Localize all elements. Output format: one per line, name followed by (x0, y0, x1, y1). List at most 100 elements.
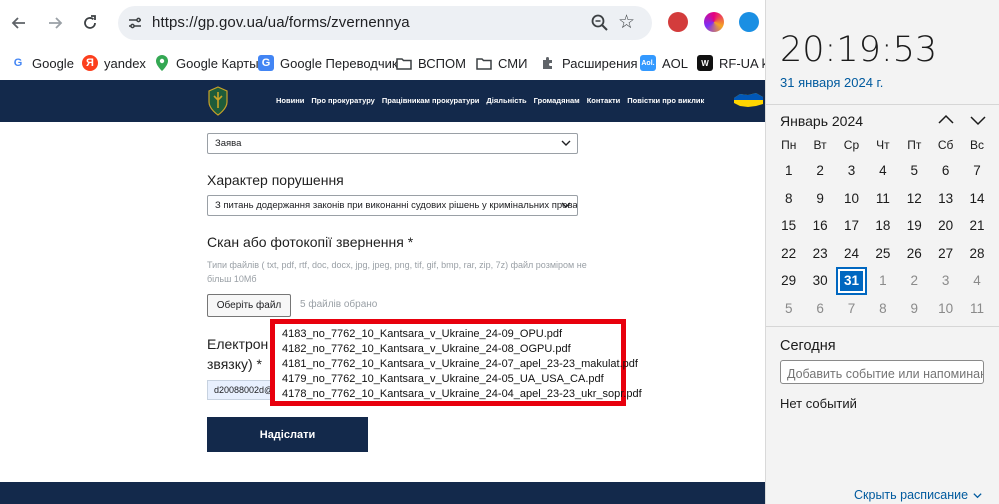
calendar-day[interactable]: 5 (773, 295, 804, 323)
reload-button[interactable] (77, 10, 103, 36)
calendar-day[interactable]: 2 (899, 267, 930, 295)
calendar-day[interactable]: 22 (773, 240, 804, 268)
extension-icon[interactable] (704, 12, 724, 32)
hide-schedule-link[interactable]: Скрыть расписание (854, 488, 983, 502)
calendar-day[interactable]: 11 (961, 295, 992, 323)
calendar-day[interactable]: 2 (804, 157, 835, 185)
zoom-icon[interactable] (590, 13, 610, 33)
bookmark-label: Расширения (562, 55, 638, 71)
shazam-icon[interactable] (739, 12, 759, 32)
calendar-day[interactable]: 7 (961, 157, 992, 185)
calendar-day[interactable]: 11 (867, 185, 898, 213)
file-types-hint: Типи файлів ( txt, pdf, rtf, doc, docx, … (207, 260, 587, 284)
maps-pin-icon (154, 55, 170, 71)
chevron-down-icon (561, 140, 571, 146)
calendar-day[interactable]: 9 (899, 295, 930, 323)
submit-button[interactable]: Надіслати (207, 417, 368, 452)
form-content: Заява Характер порушення З питань додерж… (0, 122, 765, 482)
calendar-day[interactable]: 18 (867, 212, 898, 240)
calendar-day[interactable]: 8 (867, 295, 898, 323)
site-settings-icon[interactable] (126, 14, 144, 32)
list-item: 4178_no_7762_10_Kantsara_v_Ukraine_24-04… (282, 388, 642, 400)
chevron-down-icon (561, 202, 571, 208)
calendar-day[interactable]: 23 (804, 240, 835, 268)
reload-icon (84, 15, 96, 29)
ukraine-map-icon[interactable] (732, 88, 765, 114)
bookmark-folder-smi[interactable]: СМИ (476, 51, 527, 75)
calendar-day[interactable]: 9 (804, 185, 835, 213)
nav-activity[interactable]: Діяльність (486, 96, 526, 105)
calendar-day[interactable]: 20 (930, 212, 961, 240)
calendar-day[interactable]: 19 (899, 212, 930, 240)
bookmark-yandex[interactable]: Я yandex (82, 51, 146, 75)
calendar-day[interactable]: 6 (930, 157, 961, 185)
calendar-day[interactable]: 3 (930, 267, 961, 295)
calendar-day[interactable]: 17 (836, 212, 867, 240)
nav-citizens[interactable]: Громадянам (534, 96, 580, 105)
google-icon: G (13, 57, 23, 69)
clock-time: 20:19:53 (780, 30, 938, 70)
nav-contacts[interactable]: Контакти (587, 96, 621, 105)
bookmark-folder-vspom[interactable]: ВСПОМ (396, 51, 466, 75)
calendar-day[interactable]: 30 (804, 267, 835, 295)
no-events-text: Нет событий (780, 396, 857, 411)
weekday-label: Сб (937, 138, 954, 152)
calendar-day[interactable]: 14 (961, 185, 992, 213)
chevron-up-icon[interactable] (936, 110, 956, 130)
calendar-day[interactable]: 29 (773, 267, 804, 295)
calendar-day[interactable]: 15 (773, 212, 804, 240)
chevron-down-icon[interactable] (968, 110, 988, 130)
clock-date[interactable]: 31 января 2024 г. (780, 75, 883, 90)
nav-summons[interactable]: Повістки про виклик (627, 96, 704, 105)
calendar-day[interactable]: 7 (836, 295, 867, 323)
back-button[interactable] (6, 10, 32, 36)
calendar-day[interactable]: 28 (961, 240, 992, 268)
bookmark-google[interactable]: G Google (10, 51, 74, 75)
weekday-label: Вс (970, 138, 985, 152)
appeal-type-select[interactable]: Заява (207, 133, 578, 154)
calendar-day[interactable]: 10 (836, 185, 867, 213)
calendar-day[interactable]: 16 (804, 212, 835, 240)
calendar-day[interactable]: 26 (899, 240, 930, 268)
calendar-day[interactable]: 4 (961, 267, 992, 295)
nav-about[interactable]: Про прокуратуру (311, 96, 375, 105)
extension-icon[interactable] (668, 12, 688, 32)
calendar-day[interactable]: 1 (867, 267, 898, 295)
email-label-line2: звязку) * (207, 356, 262, 372)
address-bar[interactable]: https://gp.gov.ua/ua/forms/zvernennya ☆ (118, 6, 652, 40)
bookmark-label: Google (32, 55, 74, 71)
calendar-day[interactable]: 8 (773, 185, 804, 213)
calendar-day[interactable]: 12 (899, 185, 930, 213)
choose-file-button[interactable]: Оберіть файл (207, 294, 291, 317)
calendar-day[interactable]: 5 (899, 157, 930, 185)
bookmark-label: Google Карты (176, 55, 259, 71)
calendar-day[interactable]: 25 (867, 240, 898, 268)
calendar-day[interactable]: 31 (835, 267, 868, 295)
bookmark-google-maps[interactable]: Google Карты (154, 51, 259, 75)
nav-staff[interactable]: Працівникам прокуратури (382, 96, 480, 105)
email-field[interactable]: d20088002d@ (207, 380, 271, 400)
site-header: Новини Про прокуратуру Працівникам проку… (0, 80, 765, 122)
forward-button[interactable] (42, 10, 68, 36)
calendar-day[interactable]: 21 (961, 212, 992, 240)
calendar-day[interactable]: 13 (930, 185, 961, 213)
calendar-day[interactable]: 1 (773, 157, 804, 185)
add-event-input[interactable] (780, 360, 984, 384)
bookmarks-bar: G Google Я yandex Google Карты G Google … (0, 46, 778, 80)
calendar-day[interactable]: 27 (930, 240, 961, 268)
nav-news[interactable]: Новини (276, 96, 304, 105)
calendar-month-title[interactable]: Январь 2024 (780, 113, 863, 129)
violation-select[interactable]: З питань додержання законів при виконанн… (207, 195, 578, 216)
prosecutor-crest-icon[interactable] (207, 86, 229, 116)
bookmark-aol[interactable]: Aol. AOL (640, 51, 688, 75)
calendar-day[interactable]: 6 (804, 295, 835, 323)
calendar-day[interactable]: 10 (930, 295, 961, 323)
calendar-day[interactable]: 24 (836, 240, 867, 268)
calendar-day[interactable]: 3 (836, 157, 867, 185)
bookmark-google-translate[interactable]: G Google Переводчик (258, 51, 398, 75)
weekday-label: Ср (843, 138, 860, 152)
calendar-day[interactable]: 4 (867, 157, 898, 185)
bookmark-star-icon[interactable]: ☆ (618, 11, 635, 34)
bookmark-extensions[interactable]: Расширения (540, 51, 638, 75)
divider (766, 104, 999, 105)
